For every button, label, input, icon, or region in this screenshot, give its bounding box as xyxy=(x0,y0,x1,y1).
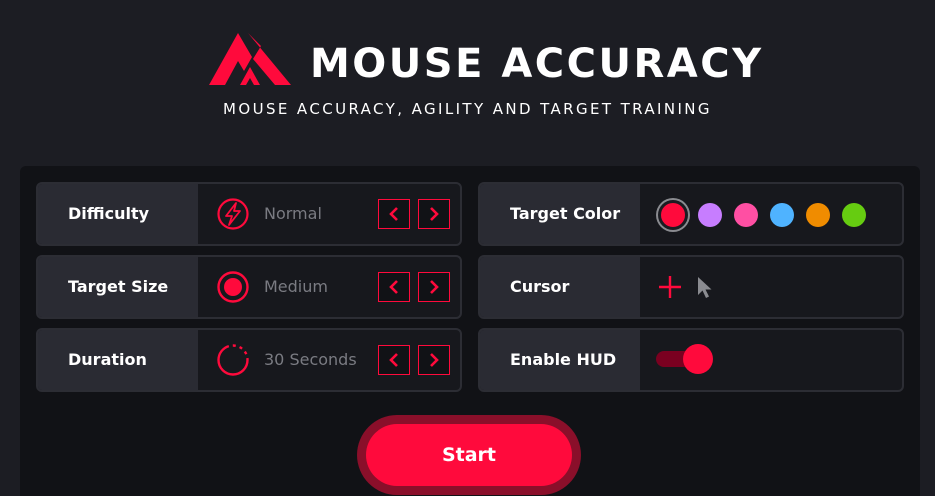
color-swatch-pink[interactable] xyxy=(734,203,758,227)
duration-value: 30 Seconds xyxy=(264,350,357,369)
hud-toggle[interactable] xyxy=(656,344,713,374)
color-swatch-blue[interactable] xyxy=(770,203,794,227)
header: MOUSE ACCURACY MOUSE ACCURACY, AGILITY A… xyxy=(0,0,935,160)
app-title: MOUSE ACCURACY xyxy=(310,41,764,87)
cursor-row: Cursor xyxy=(478,255,904,319)
lightning-icon xyxy=(217,198,249,230)
hud-label: Enable HUD xyxy=(480,330,640,390)
chevron-left-icon xyxy=(389,280,398,294)
chevron-right-icon xyxy=(430,207,439,221)
difficulty-prev-button[interactable] xyxy=(378,199,410,229)
chevron-left-icon xyxy=(389,207,398,221)
difficulty-label: Difficulty xyxy=(38,184,198,244)
target-circle-icon xyxy=(217,271,249,303)
difficulty-row: Difficulty Normal xyxy=(36,182,462,246)
chevron-right-icon xyxy=(430,353,439,367)
arrow-pointer-icon[interactable] xyxy=(697,276,713,300)
target-color-label: Target Color xyxy=(480,184,640,244)
target-size-prev-button[interactable] xyxy=(378,272,410,302)
color-swatch-purple[interactable] xyxy=(698,203,722,227)
cursor-label: Cursor xyxy=(480,257,640,317)
duration-next-button[interactable] xyxy=(418,345,450,375)
difficulty-value: Normal xyxy=(264,204,322,223)
start-button-wrap: Start xyxy=(357,415,581,495)
toggle-knob xyxy=(683,344,713,374)
chevron-right-icon xyxy=(430,280,439,294)
target-color-row: Target Color xyxy=(478,182,904,246)
target-size-label: Target Size xyxy=(38,257,198,317)
target-size-value: Medium xyxy=(264,277,328,296)
color-swatch-green[interactable] xyxy=(842,203,866,227)
logo-icon xyxy=(209,33,291,85)
timer-ring-icon xyxy=(217,344,249,376)
crosshair-icon[interactable] xyxy=(658,275,682,299)
target-size-row: Target Size Medium xyxy=(36,255,462,319)
start-button[interactable]: Start xyxy=(366,424,572,486)
duration-row: Duration 30 Seconds xyxy=(36,328,462,392)
chevron-left-icon xyxy=(389,353,398,367)
app-subtitle: MOUSE ACCURACY, AGILITY AND TARGET TRAIN… xyxy=(223,100,712,118)
duration-label: Duration xyxy=(38,330,198,390)
duration-prev-button[interactable] xyxy=(378,345,410,375)
difficulty-next-button[interactable] xyxy=(418,199,450,229)
hud-row: Enable HUD xyxy=(478,328,904,392)
color-swatch-red[interactable] xyxy=(658,200,688,230)
target-size-next-button[interactable] xyxy=(418,272,450,302)
color-swatch-orange[interactable] xyxy=(806,203,830,227)
